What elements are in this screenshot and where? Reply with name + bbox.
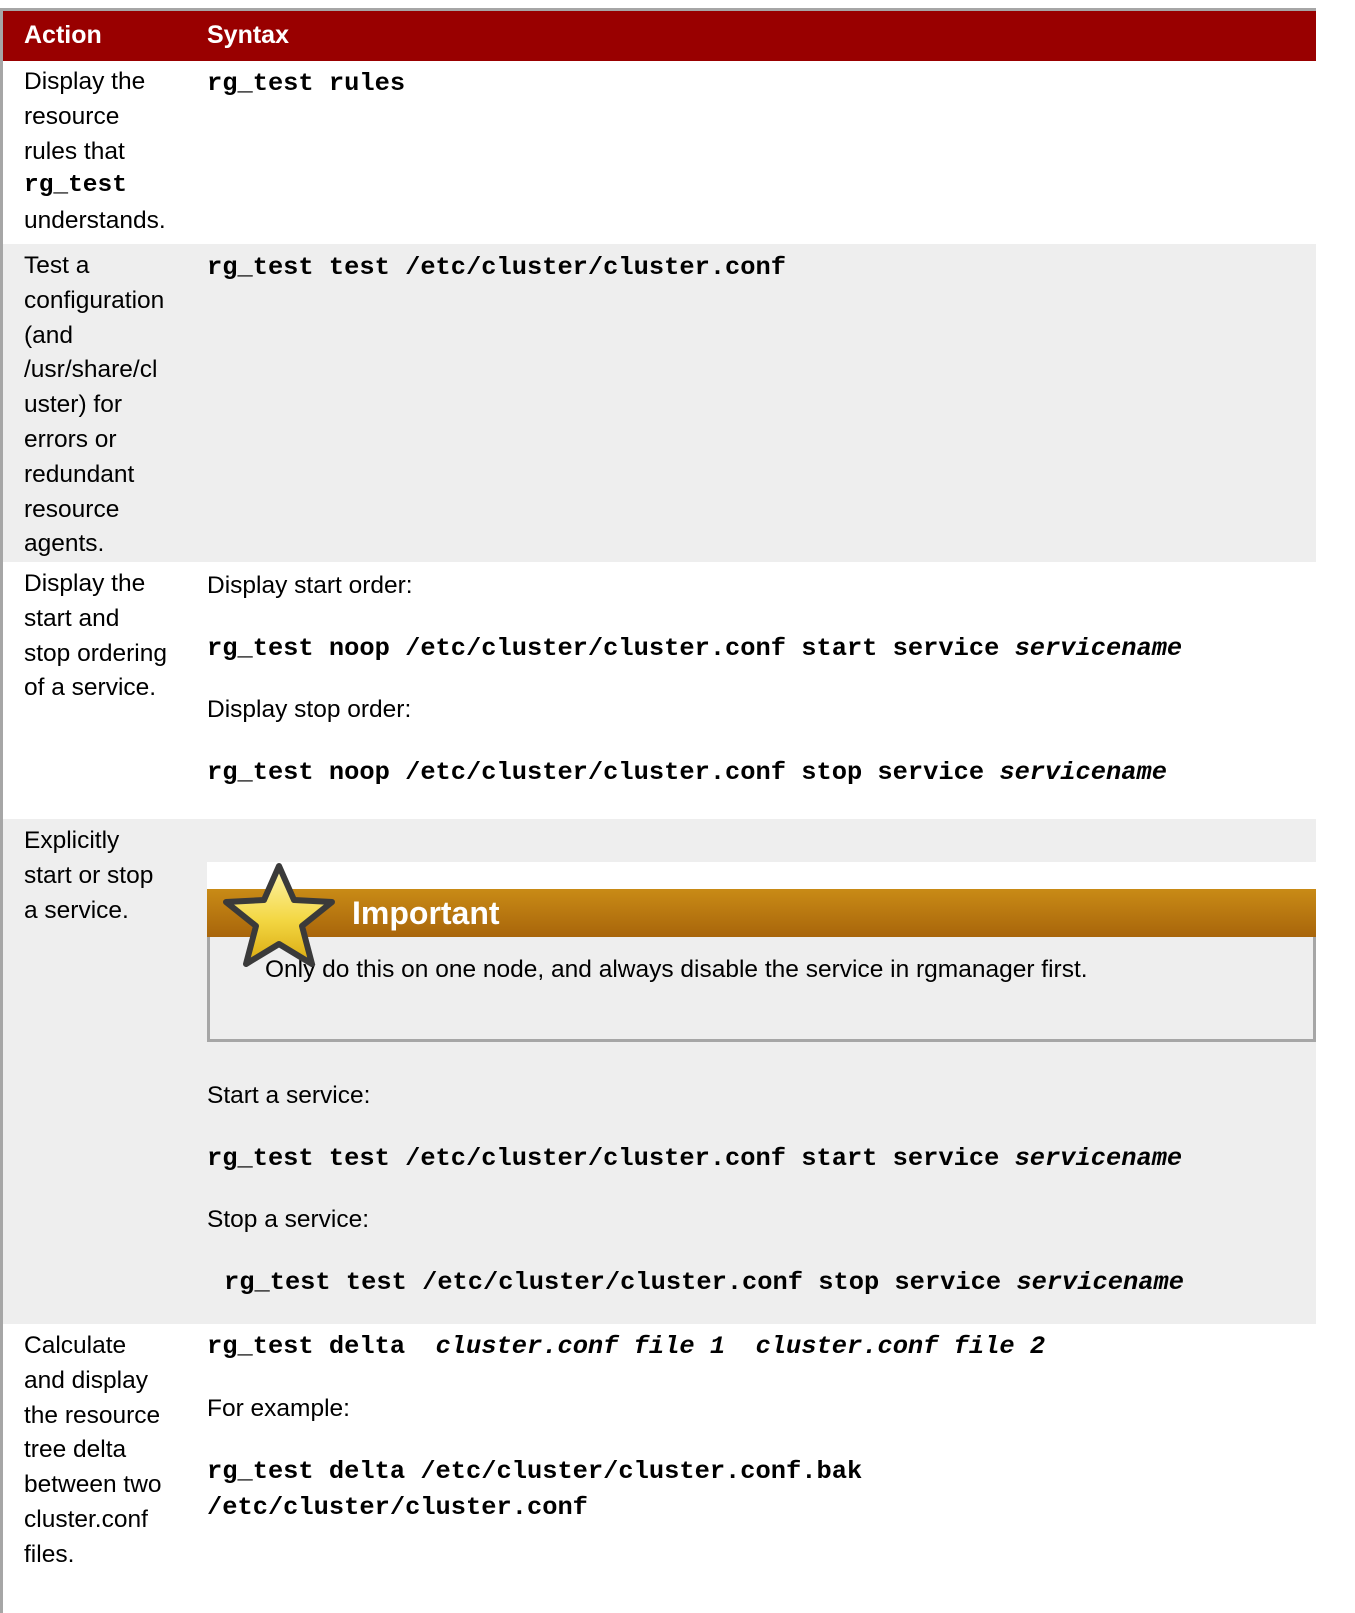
syntax-code: rg_test noop /etc/cluster/cluster.conf s… (207, 634, 1183, 663)
syntax-code: rg_test delta /etc/cluster/cluster.conf.… (207, 1457, 863, 1486)
table-row: Explicitly start or stop a service. Impo… (3, 819, 1316, 1324)
syntax-code: rg_test rules (207, 69, 406, 98)
table-row: Display the resource rules that rg_test … (3, 61, 1316, 244)
action-text: the resource (24, 1401, 161, 1429)
syntax-label: Display start order: (207, 572, 413, 599)
table-row: Display the start and stop ordering of a… (3, 562, 1316, 819)
action-text: start and (24, 604, 120, 632)
action-text: rules that (24, 137, 125, 165)
syntax-cell: rg_test rules (207, 66, 1316, 102)
action-text: uster) for (24, 391, 123, 419)
syntax-code: rg_test delta cluster.conf file 1 cluste… (207, 1332, 1046, 1361)
action-text: tree delta (24, 1436, 127, 1464)
important-body: Only do this on one node, and always dis… (207, 937, 1316, 1042)
header-action: Action (24, 21, 102, 49)
syntax-label: Display stop order: (207, 696, 412, 723)
syntax-code: rg_test test /etc/cluster/cluster.conf s… (224, 1268, 1184, 1297)
header-syntax: Syntax (207, 21, 289, 49)
action-text: Calculate (24, 1332, 127, 1359)
action-text: /usr/share/cl (24, 356, 158, 384)
action-command: rg_test (24, 172, 127, 200)
action-text: between two (24, 1471, 162, 1499)
syntax-cell: Display start order: rg_test noop /etc/c… (207, 569, 1316, 791)
action-text: resource (24, 495, 120, 523)
action-text: agents. (24, 530, 105, 558)
action-text: Explicitly (24, 827, 120, 854)
important-header: Important (207, 889, 1316, 938)
action-text: a service. (24, 896, 129, 924)
table-header: Action Syntax (3, 11, 1316, 61)
syntax-cell: Start a service: rg_test test /etc/clust… (207, 1079, 1316, 1301)
syntax-code: rg_test test /etc/cluster/cluster.conf s… (207, 1144, 1183, 1173)
action-text: Display the (24, 68, 146, 95)
action-cell: Calculate and display the resource tree … (24, 1329, 184, 1573)
syntax-cell: rg_test test /etc/cluster/cluster.conf (207, 250, 1316, 286)
action-text: Display the (24, 570, 146, 597)
action-text: understands. (24, 207, 166, 235)
action-text: cluster.conf (24, 1505, 148, 1533)
action-cell: Display the start and stop ordering of a… (24, 567, 184, 706)
action-text: redundant (24, 460, 135, 488)
action-text: errors or (24, 425, 117, 453)
action-text: files. (24, 1540, 75, 1568)
important-admonition: Important Only do this on one node, and … (207, 862, 1316, 1042)
syntax-code: rg_test test /etc/cluster/cluster.conf (207, 253, 787, 282)
action-cell: Explicitly start or stop a service. (24, 824, 184, 928)
action-text: of a service. (24, 674, 157, 702)
table-row: Test a configuration (and /usr/share/cl … (3, 244, 1316, 562)
syntax-code: /etc/cluster/cluster.conf (207, 1493, 588, 1522)
action-text: configuration (24, 286, 165, 314)
syntax-label: For example: (207, 1395, 350, 1422)
important-title: Important (352, 895, 500, 931)
star-icon (223, 863, 335, 967)
important-text: Only do this on one node, and always dis… (265, 956, 1088, 983)
action-text: (and (24, 321, 74, 349)
syntax-label: Start a service: (207, 1082, 371, 1109)
action-text: and display (24, 1366, 148, 1394)
action-cell: Display the resource rules that rg_test … (24, 65, 184, 239)
table-row: Calculate and display the resource tree … (3, 1324, 1316, 1613)
syntax-cell: rg_test delta cluster.conf file 1 cluste… (207, 1329, 1316, 1526)
syntax-code: rg_test noop /etc/cluster/cluster.conf s… (207, 758, 1167, 787)
action-cell: Test a configuration (and /usr/share/cl … (24, 249, 184, 562)
action-text: resource (24, 102, 120, 130)
syntax-label: Stop a service: (207, 1206, 370, 1233)
action-text: start or stop (24, 861, 154, 889)
command-table: Action Syntax Display the resource rules… (0, 8, 1316, 1613)
action-text: stop ordering (24, 639, 168, 667)
action-text: Test a (24, 252, 90, 279)
